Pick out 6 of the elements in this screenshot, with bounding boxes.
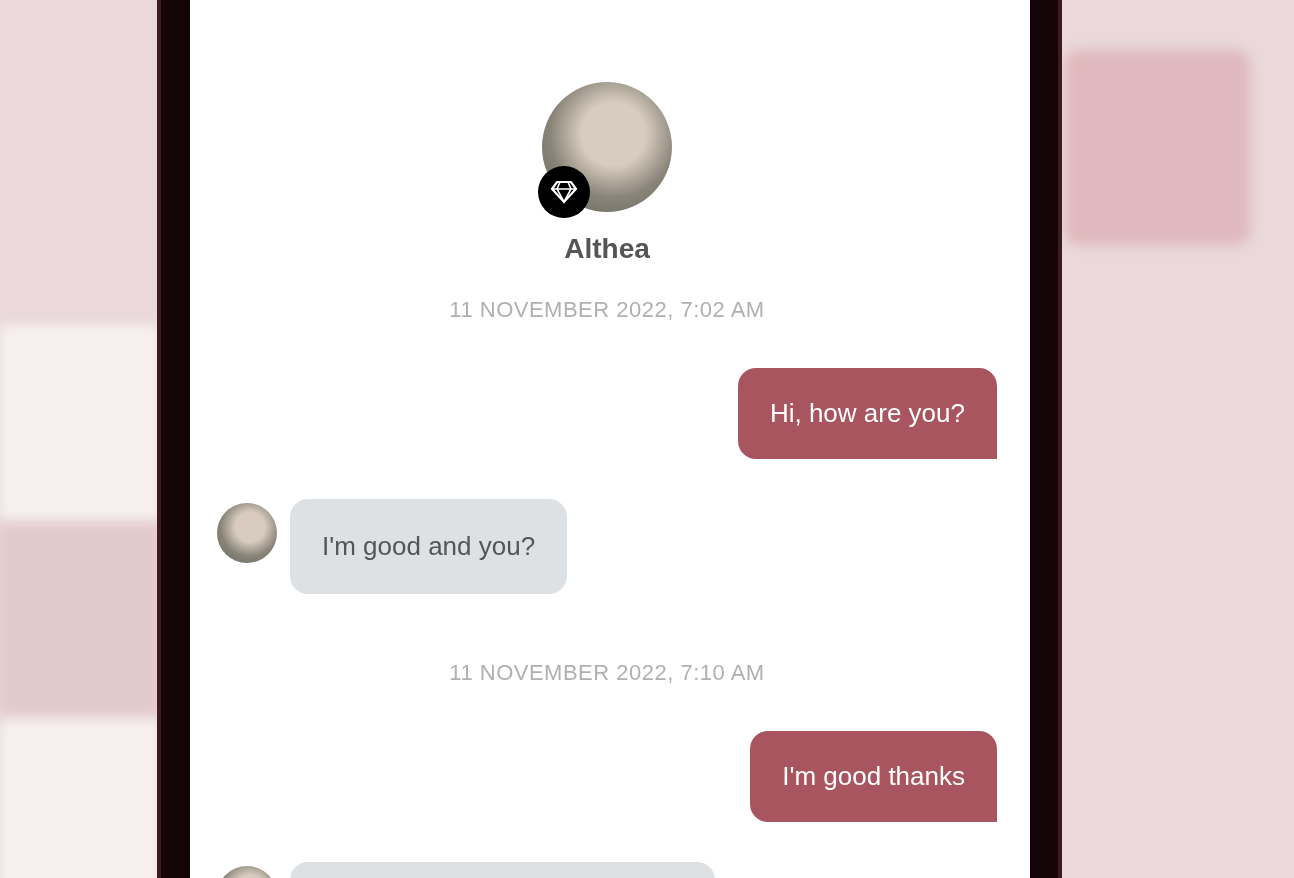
- received-message: I'm good and you?: [290, 499, 568, 595]
- sent-message: Hi, how are you?: [737, 367, 997, 459]
- sent-message: I'm good thanks: [750, 731, 997, 823]
- timestamp: 11 NOVEMBER 2022, 7:02 AM: [448, 295, 766, 324]
- contact-name: Althea: [564, 234, 650, 265]
- timestamp: 11 NOVEMBER 2022, 7:10 AM: [448, 659, 766, 688]
